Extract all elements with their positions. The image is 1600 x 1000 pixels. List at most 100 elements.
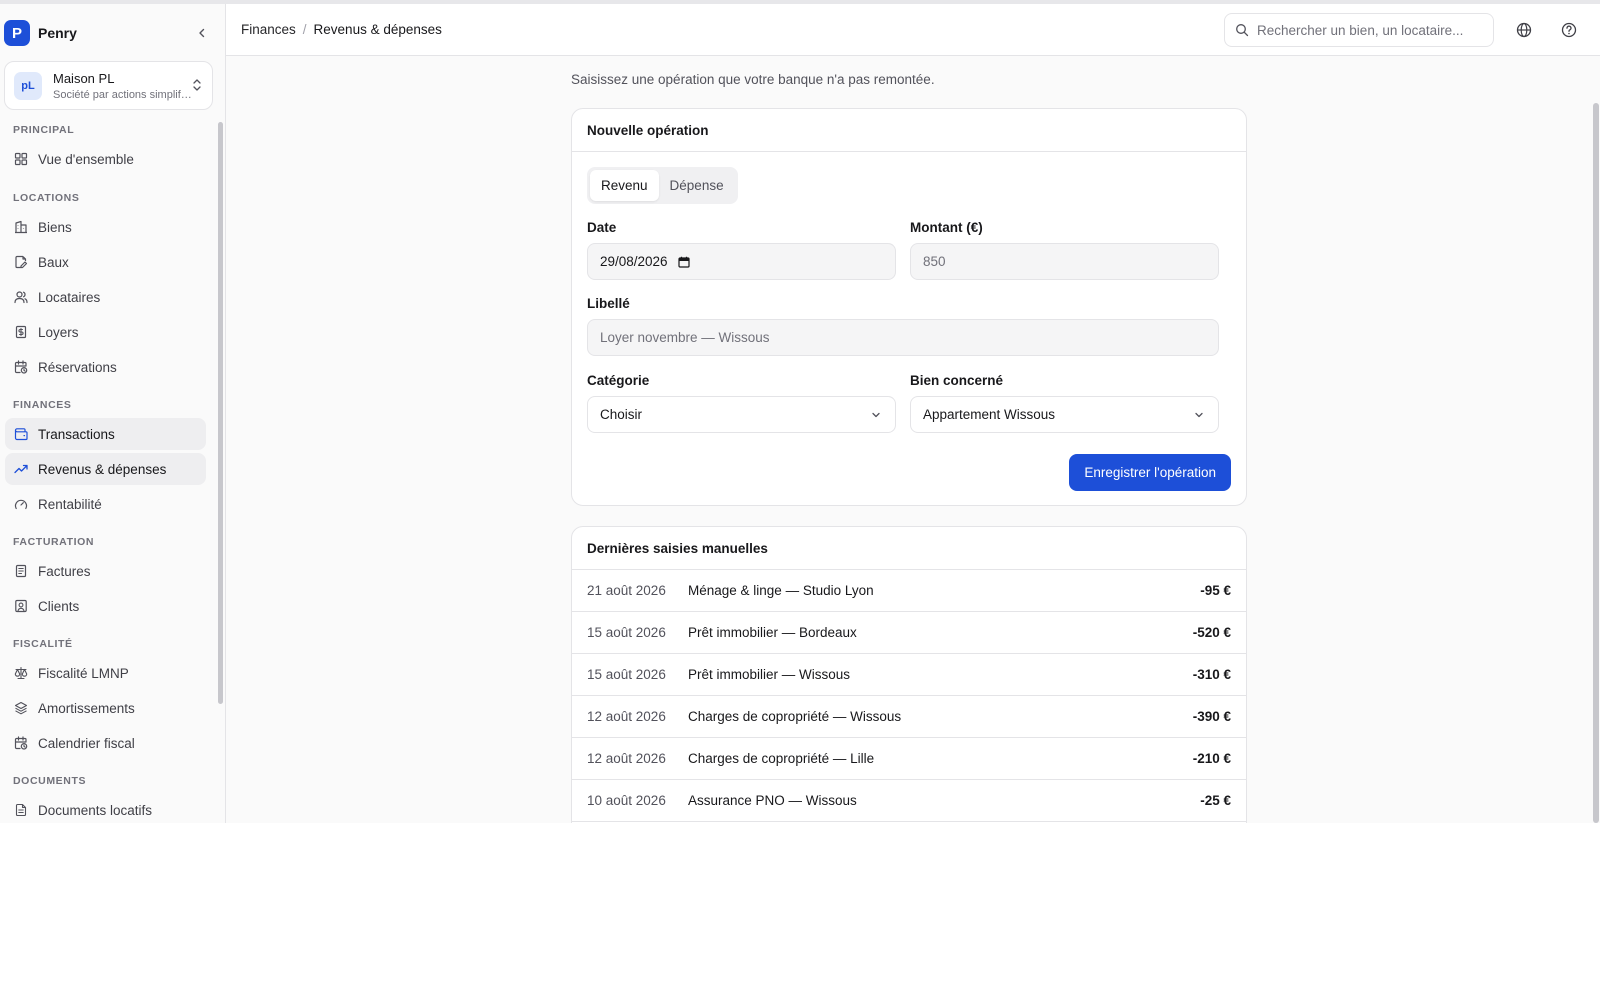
sidebar-item-reservations[interactable]: Réservations — [5, 351, 206, 383]
entry-amount: -95 € — [1200, 583, 1231, 598]
sidebar-item-locataires[interactable]: Locataires — [5, 281, 206, 313]
calendar-clock-icon — [14, 736, 28, 750]
list-item[interactable]: 10 août 2026 Assurance PNO — Wissous -25… — [572, 780, 1246, 822]
org-text: Maison PL Société par actions simplifiée — [53, 71, 193, 101]
tab-depense[interactable]: Dépense — [659, 170, 735, 201]
sidebar-item-label: Biens — [38, 219, 72, 235]
sidebar-item-baux[interactable]: Baux — [5, 246, 206, 278]
org-avatar: pL — [14, 71, 42, 100]
section-label-facturation: FACTURATION — [13, 536, 95, 548]
org-switcher[interactable]: pL Maison PL Société par actions simplif… — [4, 61, 213, 110]
sidebar-item-overview[interactable]: Vue d'ensemble — [5, 143, 206, 175]
list-item[interactable]: 15 août 2026 Prêt immobilier — Wissous -… — [572, 654, 1246, 696]
section-label-principal: PRINCIPAL — [13, 124, 75, 136]
entry-date: 12 août 2026 — [587, 751, 666, 766]
sidebar-item-label: Locataires — [38, 289, 101, 305]
file-signature-icon — [14, 255, 28, 269]
entry-date: 10 août 2026 — [587, 793, 666, 808]
save-operation-button[interactable]: Enregistrer l'opération — [1069, 454, 1231, 491]
language-button[interactable] — [1513, 19, 1535, 41]
entry-amount: -310 € — [1192, 667, 1231, 682]
section-label-fiscalite: FISCALITÉ — [13, 638, 73, 650]
entry-label: Charges de copropriété — Lille — [688, 751, 875, 766]
building-icon — [14, 220, 28, 234]
sidebar-item-amortissements[interactable]: Amortissements — [5, 692, 206, 724]
search-input[interactable] — [1257, 22, 1487, 38]
chevrons-up-down-icon — [193, 79, 201, 91]
category-selected-value: Choisir — [600, 407, 643, 422]
chevron-down-icon — [1195, 412, 1203, 418]
brand-name: Penry — [38, 25, 77, 41]
sidebar-item-revenus-depenses[interactable]: Revenus & dépenses — [5, 453, 206, 485]
globe-icon — [1516, 22, 1532, 38]
sidebar-item-label: Réservations — [38, 359, 117, 375]
tab-revenu[interactable]: Revenu — [590, 170, 659, 201]
sidebar-item-loyers[interactable]: Loyers — [5, 316, 206, 348]
users-icon — [14, 290, 28, 304]
entry-amount: -210 € — [1192, 751, 1231, 766]
libelle-input[interactable] — [600, 330, 1157, 345]
list-item[interactable]: 21 août 2026 Ménage & linge — Studio Lyo… — [572, 570, 1246, 612]
property-select[interactable]: Appartement Wissous — [910, 396, 1219, 433]
breadcrumb-item-current: Revenus & dépenses — [313, 22, 442, 37]
app-window: P Penry pL Maison PL Société par actions… — [0, 0, 1600, 823]
list-item[interactable]: 12 août 2026 Charges de copropriété — Wi… — [572, 696, 1246, 738]
sidebar-item-label: Clients — [38, 598, 80, 614]
org-subtitle: Société par actions simplifiée — [53, 88, 193, 101]
main-scrollbar[interactable] — [1593, 103, 1599, 823]
libelle-field[interactable] — [587, 319, 1219, 356]
help-circle-icon — [1561, 22, 1577, 38]
sidebar-item-label: Documents locatifs — [38, 802, 153, 818]
chevron-left-icon — [199, 28, 205, 38]
brand-logo: P — [4, 20, 30, 46]
calendar-clock-icon — [14, 360, 28, 374]
sidebar-item-label: Baux — [38, 254, 69, 270]
sidebar-item-label: Fiscalité LMNP — [38, 665, 129, 681]
sidebar-item-biens[interactable]: Biens — [5, 211, 206, 243]
sidebar-item-fiscalite-lmnp[interactable]: Fiscalité LMNP — [5, 657, 206, 689]
calendar-icon[interactable] — [677, 256, 690, 268]
libelle-label: Libellé — [587, 296, 630, 311]
property-selected-value: Appartement Wissous — [923, 407, 1056, 422]
entry-label: Assurance PNO — Wissous — [688, 793, 857, 808]
scale-icon — [14, 666, 28, 680]
breadcrumb-item-finances[interactable]: Finances — [241, 22, 296, 37]
category-label: Catégorie — [587, 373, 650, 388]
date-field[interactable]: 29/08/2026 — [587, 243, 896, 280]
recent-entries-card: Dernières saisies manuelles 21 août 2026… — [571, 526, 1247, 823]
entry-label: Charges de copropriété — Wissous — [688, 709, 902, 724]
entry-date: 12 août 2026 — [587, 709, 666, 724]
sidebar-item-calendrier-fiscal[interactable]: Calendrier fiscal — [5, 727, 206, 759]
sidebar-item-label: Factures — [38, 563, 91, 579]
entry-amount: -25 € — [1200, 793, 1231, 808]
sidebar-item-transactions[interactable]: Transactions — [5, 418, 206, 450]
entry-date: 21 août 2026 — [587, 583, 666, 598]
list-item[interactable]: 12 août 2026 Charges de copropriété — Li… — [572, 738, 1246, 780]
search-box[interactable] — [1224, 13, 1494, 47]
file-text-icon — [14, 564, 28, 578]
new-operation-card: Nouvelle opération Revenu Dépense Date 2… — [571, 108, 1247, 506]
sidebar-item-documents-locatifs[interactable]: Documents locatifs — [5, 794, 206, 823]
amount-input[interactable] — [923, 254, 1189, 269]
date-label: Date — [587, 220, 617, 235]
sidebar-item-label: Revenus & dépenses — [38, 461, 167, 477]
amount-field[interactable] — [910, 243, 1219, 280]
receipt-icon — [14, 325, 28, 339]
entry-label: Prêt immobilier — Wissous — [688, 667, 851, 682]
sidebar-scrollbar[interactable] — [218, 122, 223, 704]
sidebar-item-clients[interactable]: Clients — [5, 590, 206, 622]
category-select[interactable]: Choisir — [587, 396, 896, 433]
sidebar-item-factures[interactable]: Factures — [5, 555, 206, 587]
file-text-icon — [14, 803, 28, 817]
section-label-locations: LOCATIONS — [13, 192, 80, 204]
entry-label: Ménage & linge — Studio Lyon — [688, 583, 874, 598]
layers-icon — [14, 701, 28, 715]
list-item[interactable]: 15 août 2026 Prêt immobilier — Bordeaux … — [572, 612, 1246, 654]
section-label-finances: FINANCES — [13, 399, 72, 411]
sidebar-item-label: Vue d'ensemble — [38, 151, 134, 167]
help-button[interactable] — [1558, 19, 1580, 41]
sidebar-item-rentabilite[interactable]: Rentabilité — [5, 488, 206, 520]
sidebar-item-label: Rentabilité — [38, 496, 102, 512]
collapse-sidebar-button[interactable] — [192, 23, 212, 43]
brand: P Penry — [4, 18, 214, 48]
